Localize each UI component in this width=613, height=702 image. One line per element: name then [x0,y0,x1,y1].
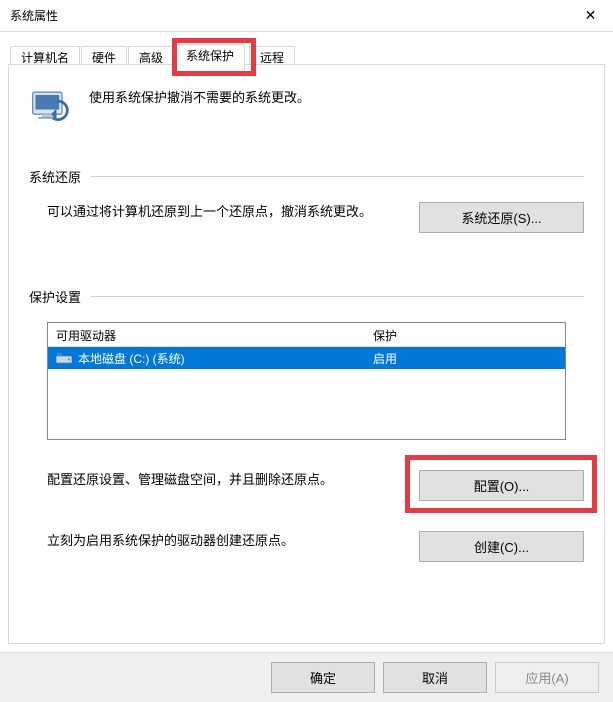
window-title: 系统属性 [10,7,58,24]
drive-status: 启用 [365,346,565,371]
section-protect-heading: 保护设置 [29,287,81,306]
create-row: 立刻为启用系统保护的驱动器创建还原点。 创建(C)... [29,531,584,562]
create-description: 立刻为启用系统保护的驱动器创建还原点。 [47,531,399,552]
section-protect-header: 保护设置 [29,287,584,306]
drive-name: 本地磁盘 (C:) (系统) [78,352,185,366]
apply-button: 应用(A) [495,662,599,693]
cancel-button[interactable]: 取消 [383,662,487,693]
drive-row[interactable]: 本地磁盘 (C:) (系统) 启用 [48,347,565,369]
ok-button[interactable]: 确定 [271,662,375,693]
tab-panel: 使用系统保护撤消不需要的系统更改。 系统还原 可以通过将计算机还原到上一个还原点… [8,64,605,644]
drives-list[interactable]: 可用驱动器 保护 本地磁盘 (C:) (系统) 启用 [47,322,566,440]
intro-text: 使用系统保护撤消不需要的系统更改。 [89,83,310,106]
close-icon: ✕ [585,7,597,24]
column-protection[interactable]: 保护 [365,323,565,346]
restore-row: 可以通过将计算机还原到上一个还原点，撤消系统更改。 系统还原(S)... [29,202,584,233]
section-restore-header: 系统还原 [29,167,584,186]
drives-header: 可用驱动器 保护 [48,323,565,347]
create-button[interactable]: 创建(C)... [419,531,584,562]
system-protection-icon [29,83,73,127]
configure-button[interactable]: 配置(O)... [419,470,584,501]
tab-system-protection[interactable]: 系统保护 [175,44,245,71]
intro-row: 使用系统保护撤消不需要的系统更改。 [29,83,584,127]
config-description: 配置还原设置、管理磁盘空间，并且删除还原点。 [47,470,399,491]
section-restore-heading: 系统还原 [29,167,81,186]
config-row: 配置还原设置、管理磁盘空间，并且删除还原点。 配置(O)... [29,470,584,501]
drive-icon [56,353,72,365]
system-restore-button[interactable]: 系统还原(S)... [419,202,584,233]
close-button[interactable]: ✕ [568,0,613,30]
title-bar: 系统属性 ✕ [0,0,613,32]
drive-name-cell: 本地磁盘 (C:) (系统) [48,346,365,371]
column-drive[interactable]: 可用驱动器 [48,323,365,346]
dialog-button-bar: 确定 取消 应用(A) [0,652,613,702]
divider [91,176,584,177]
divider [91,296,584,297]
restore-description: 可以通过将计算机还原到上一个还原点，撤消系统更改。 [47,202,399,223]
